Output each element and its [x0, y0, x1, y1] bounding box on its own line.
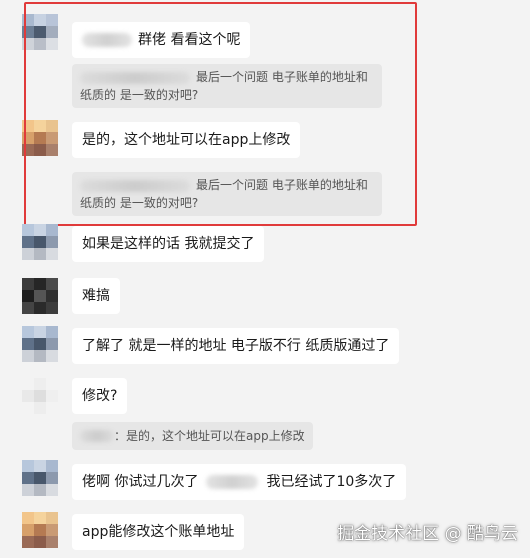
quoted-message[interactable]: 最后一个问题 电子账单的地址和纸质的 是一致的对吧? [72, 172, 382, 216]
message-text: 是的，这个地址可以在app上修改 [82, 132, 291, 148]
quoted-message[interactable]: ：是的，这个地址可以在app上修改 [72, 422, 313, 450]
message-bubble[interactable]: app能修改这个账单地址 [72, 514, 245, 550]
message-text: 了解了 就是一样的地址 电子版不行 纸质版通过了 [82, 338, 390, 354]
message-bubble[interactable]: 修改? [72, 378, 128, 414]
message-text: 我已经试了10多次了 [266, 474, 397, 490]
message-bubble[interactable]: 佬啊 你试过几次了 我已经试了10多次了 [72, 464, 407, 500]
message-text: 难搞 [82, 288, 110, 304]
message-bubble[interactable]: 如果是这样的话 我就提交了 [72, 226, 265, 262]
avatar[interactable] [22, 278, 58, 314]
redacted-name [80, 71, 190, 84]
message-bubble[interactable]: 了解了 就是一样的地址 电子版不行 纸质版通过了 [72, 328, 400, 364]
message-bubble[interactable]: 群佬 看看这个呢 [72, 22, 251, 58]
avatar[interactable] [22, 120, 58, 156]
avatar[interactable] [22, 512, 58, 548]
avatar[interactable] [22, 14, 58, 50]
message-text: 修改? [82, 388, 118, 404]
message-text: 佬啊 你试过几次了 [82, 474, 199, 490]
avatar[interactable] [22, 326, 58, 362]
avatar[interactable] [22, 378, 58, 414]
message-text: 群佬 看看这个呢 [138, 32, 241, 48]
redacted-name [80, 430, 114, 442]
message-bubble[interactable]: 是的，这个地址可以在app上修改 [72, 122, 301, 158]
message-text: 如果是这样的话 我就提交了 [82, 236, 255, 252]
avatar[interactable] [22, 460, 58, 496]
redacted-name [82, 33, 132, 47]
message-text: app能修改这个账单地址 [82, 524, 235, 540]
redacted-name [206, 475, 259, 489]
watermark: 掘金技术社区 @ 酷鸟云 [337, 524, 518, 544]
quoted-text: ：是的，这个地址可以在app上修改 [114, 429, 305, 443]
quoted-message[interactable]: 最后一个问题 电子账单的地址和纸质的 是一致的对吧? [72, 64, 382, 108]
redacted-name [80, 179, 190, 192]
avatar[interactable] [22, 224, 58, 260]
message-bubble[interactable]: 难搞 [72, 278, 120, 314]
